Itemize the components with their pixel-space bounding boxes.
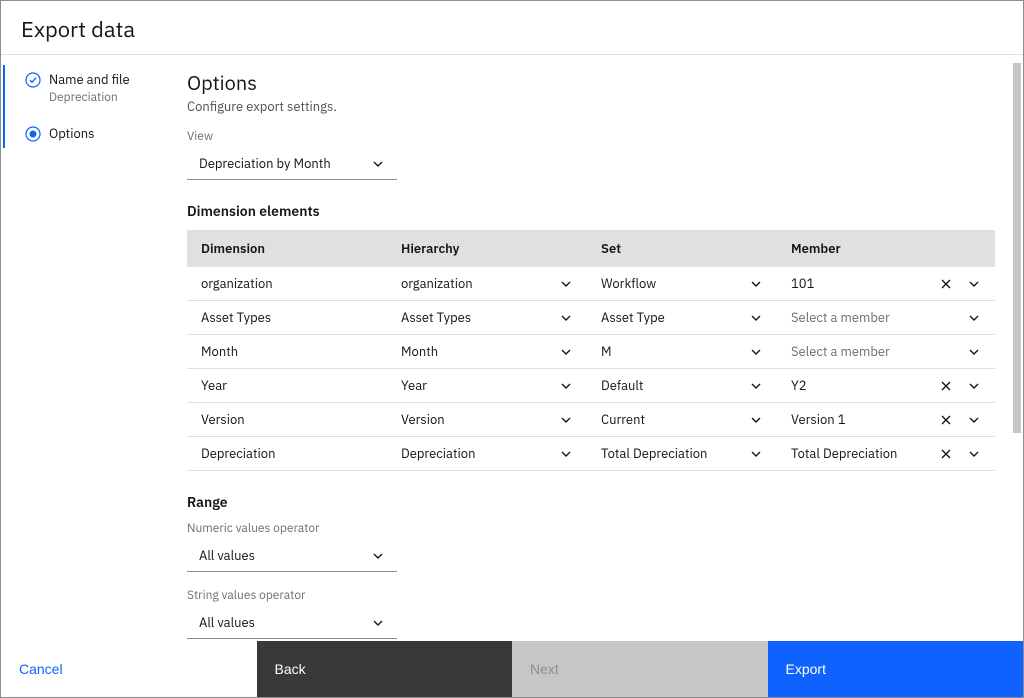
panel-subtitle: Configure export settings. <box>187 98 995 115</box>
chevron-down-icon <box>967 277 981 291</box>
numeric-operator-label: Numeric values operator <box>187 521 995 536</box>
clear-icon[interactable] <box>939 379 953 393</box>
chevron-down-icon <box>749 345 763 359</box>
step-label: Options <box>49 125 157 142</box>
view-label: View <box>187 129 995 144</box>
hierarchy-cell[interactable]: Asset Types <box>387 301 587 335</box>
cancel-button[interactable]: Cancel <box>1 641 257 697</box>
chevron-down-icon <box>371 157 385 171</box>
export-button[interactable]: Export <box>768 641 1024 697</box>
clear-icon[interactable] <box>939 413 953 427</box>
col-dimension: Dimension <box>187 230 387 267</box>
wizard-sidebar: Name and file Depreciation Options <box>1 55 169 641</box>
string-operator-value: All values <box>199 614 255 631</box>
dimension-table: Dimension Hierarchy Set Member organizat… <box>187 230 995 471</box>
chevron-down-icon <box>371 616 385 630</box>
chevron-down-icon <box>559 311 573 325</box>
checkmark-circle-icon <box>25 72 41 88</box>
step-sublabel: Depreciation <box>49 90 157 105</box>
hierarchy-cell[interactable]: organization <box>387 267 587 301</box>
step-name-and-file[interactable]: Name and file Depreciation <box>25 71 157 105</box>
view-select-value: Depreciation by Month <box>199 155 331 172</box>
set-cell[interactable]: M <box>587 335 777 369</box>
dialog-title: Export data <box>21 15 1003 44</box>
step-options[interactable]: Options <box>25 125 157 142</box>
member-cell[interactable]: Version 1 <box>777 403 995 437</box>
member-cell[interactable]: Select a member <box>777 335 995 369</box>
table-row: YearYearDefaultY2 <box>187 369 995 403</box>
step-label: Name and file <box>49 71 157 88</box>
col-hierarchy: Hierarchy <box>387 230 587 267</box>
chevron-down-icon <box>559 345 573 359</box>
chevron-down-icon <box>559 447 573 461</box>
chevron-down-icon <box>749 413 763 427</box>
dimension-cell: Asset Types <box>187 301 387 335</box>
dimension-cell: Version <box>187 403 387 437</box>
member-cell[interactable]: Total Depreciation <box>777 437 995 471</box>
dialog-footer: Cancel Back Next Export <box>1 641 1023 697</box>
panel-title: Options <box>187 69 995 96</box>
chevron-down-icon <box>967 345 981 359</box>
chevron-down-icon <box>559 413 573 427</box>
table-row: DepreciationDepreciationTotal Depreciati… <box>187 437 995 471</box>
chevron-down-icon <box>749 447 763 461</box>
hierarchy-cell[interactable]: Depreciation <box>387 437 587 471</box>
table-row: organizationorganizationWorkflow101 <box>187 267 995 301</box>
set-cell[interactable]: Total Depreciation <box>587 437 777 471</box>
chevron-down-icon <box>967 379 981 393</box>
chevron-down-icon <box>967 311 981 325</box>
chevron-down-icon <box>967 413 981 427</box>
table-row: VersionVersionCurrentVersion 1 <box>187 403 995 437</box>
member-cell[interactable]: 101 <box>777 267 995 301</box>
chevron-down-icon <box>749 379 763 393</box>
dimension-cell: Depreciation <box>187 437 387 471</box>
set-cell[interactable]: Current <box>587 403 777 437</box>
scrollbar[interactable] <box>1013 63 1021 433</box>
string-operator-select[interactable]: All values <box>187 607 397 639</box>
member-cell[interactable]: Select a member <box>777 301 995 335</box>
table-row: Asset TypesAsset TypesAsset TypeSelect a… <box>187 301 995 335</box>
col-set: Set <box>587 230 777 267</box>
dimension-cell: Year <box>187 369 387 403</box>
chevron-down-icon <box>967 447 981 461</box>
numeric-operator-value: All values <box>199 547 255 564</box>
dimension-cell: Month <box>187 335 387 369</box>
table-row: MonthMonthMSelect a member <box>187 335 995 369</box>
hierarchy-cell[interactable]: Year <box>387 369 587 403</box>
current-step-icon <box>25 126 41 142</box>
view-select[interactable]: Depreciation by Month <box>187 148 397 180</box>
next-button: Next <box>512 641 768 697</box>
step-indicator-line <box>3 65 5 148</box>
clear-icon[interactable] <box>939 277 953 291</box>
numeric-operator-select[interactable]: All values <box>187 540 397 572</box>
dialog-header: Export data <box>1 1 1023 55</box>
hierarchy-cell[interactable]: Version <box>387 403 587 437</box>
set-cell[interactable]: Asset Type <box>587 301 777 335</box>
hierarchy-cell[interactable]: Month <box>387 335 587 369</box>
chevron-down-icon <box>749 311 763 325</box>
dimension-elements-title: Dimension elements <box>187 202 995 220</box>
options-panel: Options Configure export settings. View … <box>169 55 1023 641</box>
member-cell[interactable]: Y2 <box>777 369 995 403</box>
chevron-down-icon <box>559 277 573 291</box>
col-member: Member <box>777 230 995 267</box>
back-button[interactable]: Back <box>257 641 513 697</box>
set-cell[interactable]: Workflow <box>587 267 777 301</box>
clear-icon[interactable] <box>939 447 953 461</box>
range-title: Range <box>187 493 995 511</box>
chevron-down-icon <box>749 277 763 291</box>
export-data-dialog: Export data Name and file Depreciation O… <box>0 0 1024 698</box>
dimension-cell: organization <box>187 267 387 301</box>
chevron-down-icon <box>371 549 385 563</box>
dialog-body: Name and file Depreciation Options Optio… <box>1 55 1023 641</box>
string-operator-label: String values operator <box>187 588 995 603</box>
chevron-down-icon <box>559 379 573 393</box>
set-cell[interactable]: Default <box>587 369 777 403</box>
